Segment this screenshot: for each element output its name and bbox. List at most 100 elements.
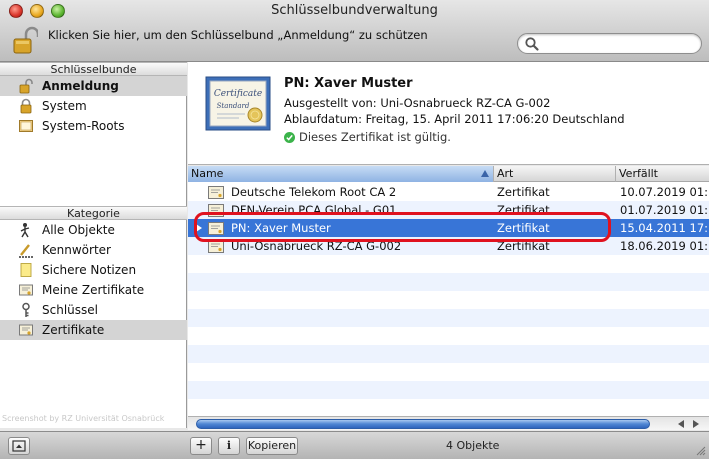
sidebar-item-secure-notes[interactable]: Sichere Notizen (0, 260, 187, 280)
certificates-table: Name Art Verfällt Deutsche Telekom Root … (188, 166, 709, 416)
my-certificate-icon (17, 282, 35, 298)
cell-kind: Zertifikat (497, 221, 550, 235)
cert-word-standard: Standard (217, 102, 250, 110)
sidebar-item-all-items[interactable]: Alle Objekte (0, 220, 187, 240)
certificate-icon (208, 222, 224, 235)
empty-row (188, 273, 709, 291)
table-row[interactable]: Uni-Osnabrueck RZ-CA G-002 Zertifikat 18… (188, 237, 709, 255)
empty-row (188, 309, 709, 327)
certificate-large-icon: Certificate Standard (205, 76, 271, 131)
lock-icon (17, 98, 35, 114)
cert-word-certificate: Certificate (214, 89, 262, 99)
watermark: Screenshot by RZ Universität Osnabrück (2, 414, 165, 423)
cell-kind: Zertifikat (497, 239, 550, 253)
certificate-icon (208, 186, 224, 199)
cell-name: DFN-Verein PCA Global - G01 (231, 203, 397, 217)
note-icon (17, 262, 35, 278)
cell-name: Deutsche Telekom Root CA 2 (231, 185, 397, 199)
add-button[interactable]: + (190, 437, 212, 455)
sidebar-item-label: Anmeldung (42, 79, 119, 93)
empty-row (188, 255, 709, 273)
disclosure-triangle-icon[interactable] (196, 224, 202, 232)
table-row-selected[interactable]: PN: Xaver Muster Zertifikat 15.04.2011 1… (188, 219, 709, 237)
window-title: Schlüsselbundverwaltung (271, 3, 438, 18)
column-label: Art (497, 167, 514, 180)
search-icon (524, 36, 540, 52)
cell-expires: 15.04.2011 17:... (620, 221, 709, 235)
sidebar-item-label: System (42, 99, 87, 113)
cell-expires: 18.06.2019 01:... (620, 239, 709, 253)
scroll-right-arrow-icon[interactable] (693, 420, 699, 428)
lock-open-icon (17, 78, 35, 94)
people-icon (17, 222, 35, 238)
sidebar-item-label: Alle Objekte (42, 223, 115, 237)
details-title: PN: Xaver Muster (284, 76, 413, 91)
sidebar-item-label: Meine Zertifikate (42, 283, 145, 297)
certificate-icon (17, 322, 35, 338)
check-icon (284, 131, 295, 143)
table-row[interactable]: Deutsche Telekom Root CA 2 Zertifikat 10… (188, 183, 709, 201)
cell-name: Uni-Osnabrueck RZ-CA G-002 (231, 239, 402, 253)
sidebar-item-label: Kennwörter (42, 243, 111, 257)
column-header-name[interactable]: Name (188, 166, 494, 182)
column-label: Name (191, 167, 224, 180)
sidebar-item-label: Schlüssel (42, 303, 98, 317)
keychains-header: Schlüsselbunde (0, 62, 187, 76)
empty-row (188, 327, 709, 345)
sidebar-item-keys[interactable]: Schlüssel (0, 300, 187, 320)
sidebar-item-passwords[interactable]: Kennwörter (0, 240, 187, 260)
details-validity: Dieses Zertifikat ist gültig. (284, 130, 451, 144)
category-header: Kategorie (0, 206, 187, 220)
certificate-details: Certificate Standard PN: Xaver Muster Au… (188, 62, 709, 165)
sidebar-item-certificates[interactable]: Zertifikate (0, 320, 187, 340)
certificate-icon (208, 240, 224, 253)
certificate-icon (208, 204, 224, 217)
folder-icon (17, 118, 35, 134)
sidebar: Schlüsselbunde Anmeldung System System-R… (0, 62, 187, 428)
horizontal-scrollbar[interactable] (188, 416, 709, 430)
empty-row (188, 381, 709, 399)
table-row[interactable]: DFN-Verein PCA Global - G01 Zertifikat 0… (188, 201, 709, 219)
cell-expires: 01.07.2019 01:... (620, 203, 709, 217)
sort-ascending-icon (481, 170, 489, 177)
scroll-left-arrow-icon[interactable] (678, 420, 684, 428)
resize-grip-icon[interactable] (694, 444, 706, 456)
sidebar-item-my-certificates[interactable]: Meine Zertifikate (0, 280, 187, 300)
keychain-window: Schlüsselbundverwaltung Klicken Sie hier… (0, 0, 709, 459)
cell-kind: Zertifikat (497, 185, 550, 199)
show-keychains-button[interactable] (8, 437, 30, 455)
column-header-expires[interactable]: Verfällt (616, 166, 709, 182)
copy-button[interactable]: Kopieren (246, 437, 298, 455)
sidebar-item-label: Zertifikate (42, 323, 105, 337)
bottom-bar: + i Kopieren 4 Objekte (0, 431, 709, 459)
search-field[interactable] (517, 33, 702, 54)
lock-message[interactable]: Klicken Sie hier, um den Schlüsselbund „… (48, 28, 428, 42)
info-button[interactable]: i (218, 437, 240, 455)
table-header: Name Art Verfällt (188, 166, 709, 182)
empty-row (188, 399, 709, 416)
title-toolbar: Schlüsselbundverwaltung Klicken Sie hier… (0, 0, 709, 62)
sidebar-item-anmeldung[interactable]: Anmeldung (0, 76, 187, 96)
scrollbar-thumb[interactable] (196, 419, 650, 429)
column-label: Verfällt (619, 167, 658, 180)
password-icon (17, 242, 35, 258)
item-count: 4 Objekte (446, 439, 500, 452)
cell-expires: 10.07.2019 01:... (620, 185, 709, 199)
sidebar-item-label: System-Roots (42, 119, 125, 133)
search-input[interactable] (544, 36, 694, 51)
cell-kind: Zertifikat (497, 203, 550, 217)
column-header-kind[interactable]: Art (494, 166, 616, 182)
empty-row (188, 291, 709, 309)
validity-text: Dieses Zertifikat ist gültig. (299, 130, 451, 144)
sidebar-item-system[interactable]: System (0, 96, 187, 116)
sidebar-toggle-icon (12, 440, 26, 452)
empty-row (188, 345, 709, 363)
empty-row (188, 363, 709, 381)
details-expiry: Ablaufdatum: Freitag, 15. April 2011 17:… (284, 112, 625, 126)
sidebar-item-label: Sichere Notizen (42, 263, 137, 277)
key-icon (17, 302, 35, 318)
sidebar-item-system-roots[interactable]: System-Roots (0, 116, 187, 136)
lock-open-icon[interactable] (12, 26, 40, 56)
cell-name: PN: Xaver Muster (231, 221, 331, 235)
details-issued-by: Ausgestellt von: Uni-Osnabrueck RZ-CA G-… (284, 96, 551, 110)
